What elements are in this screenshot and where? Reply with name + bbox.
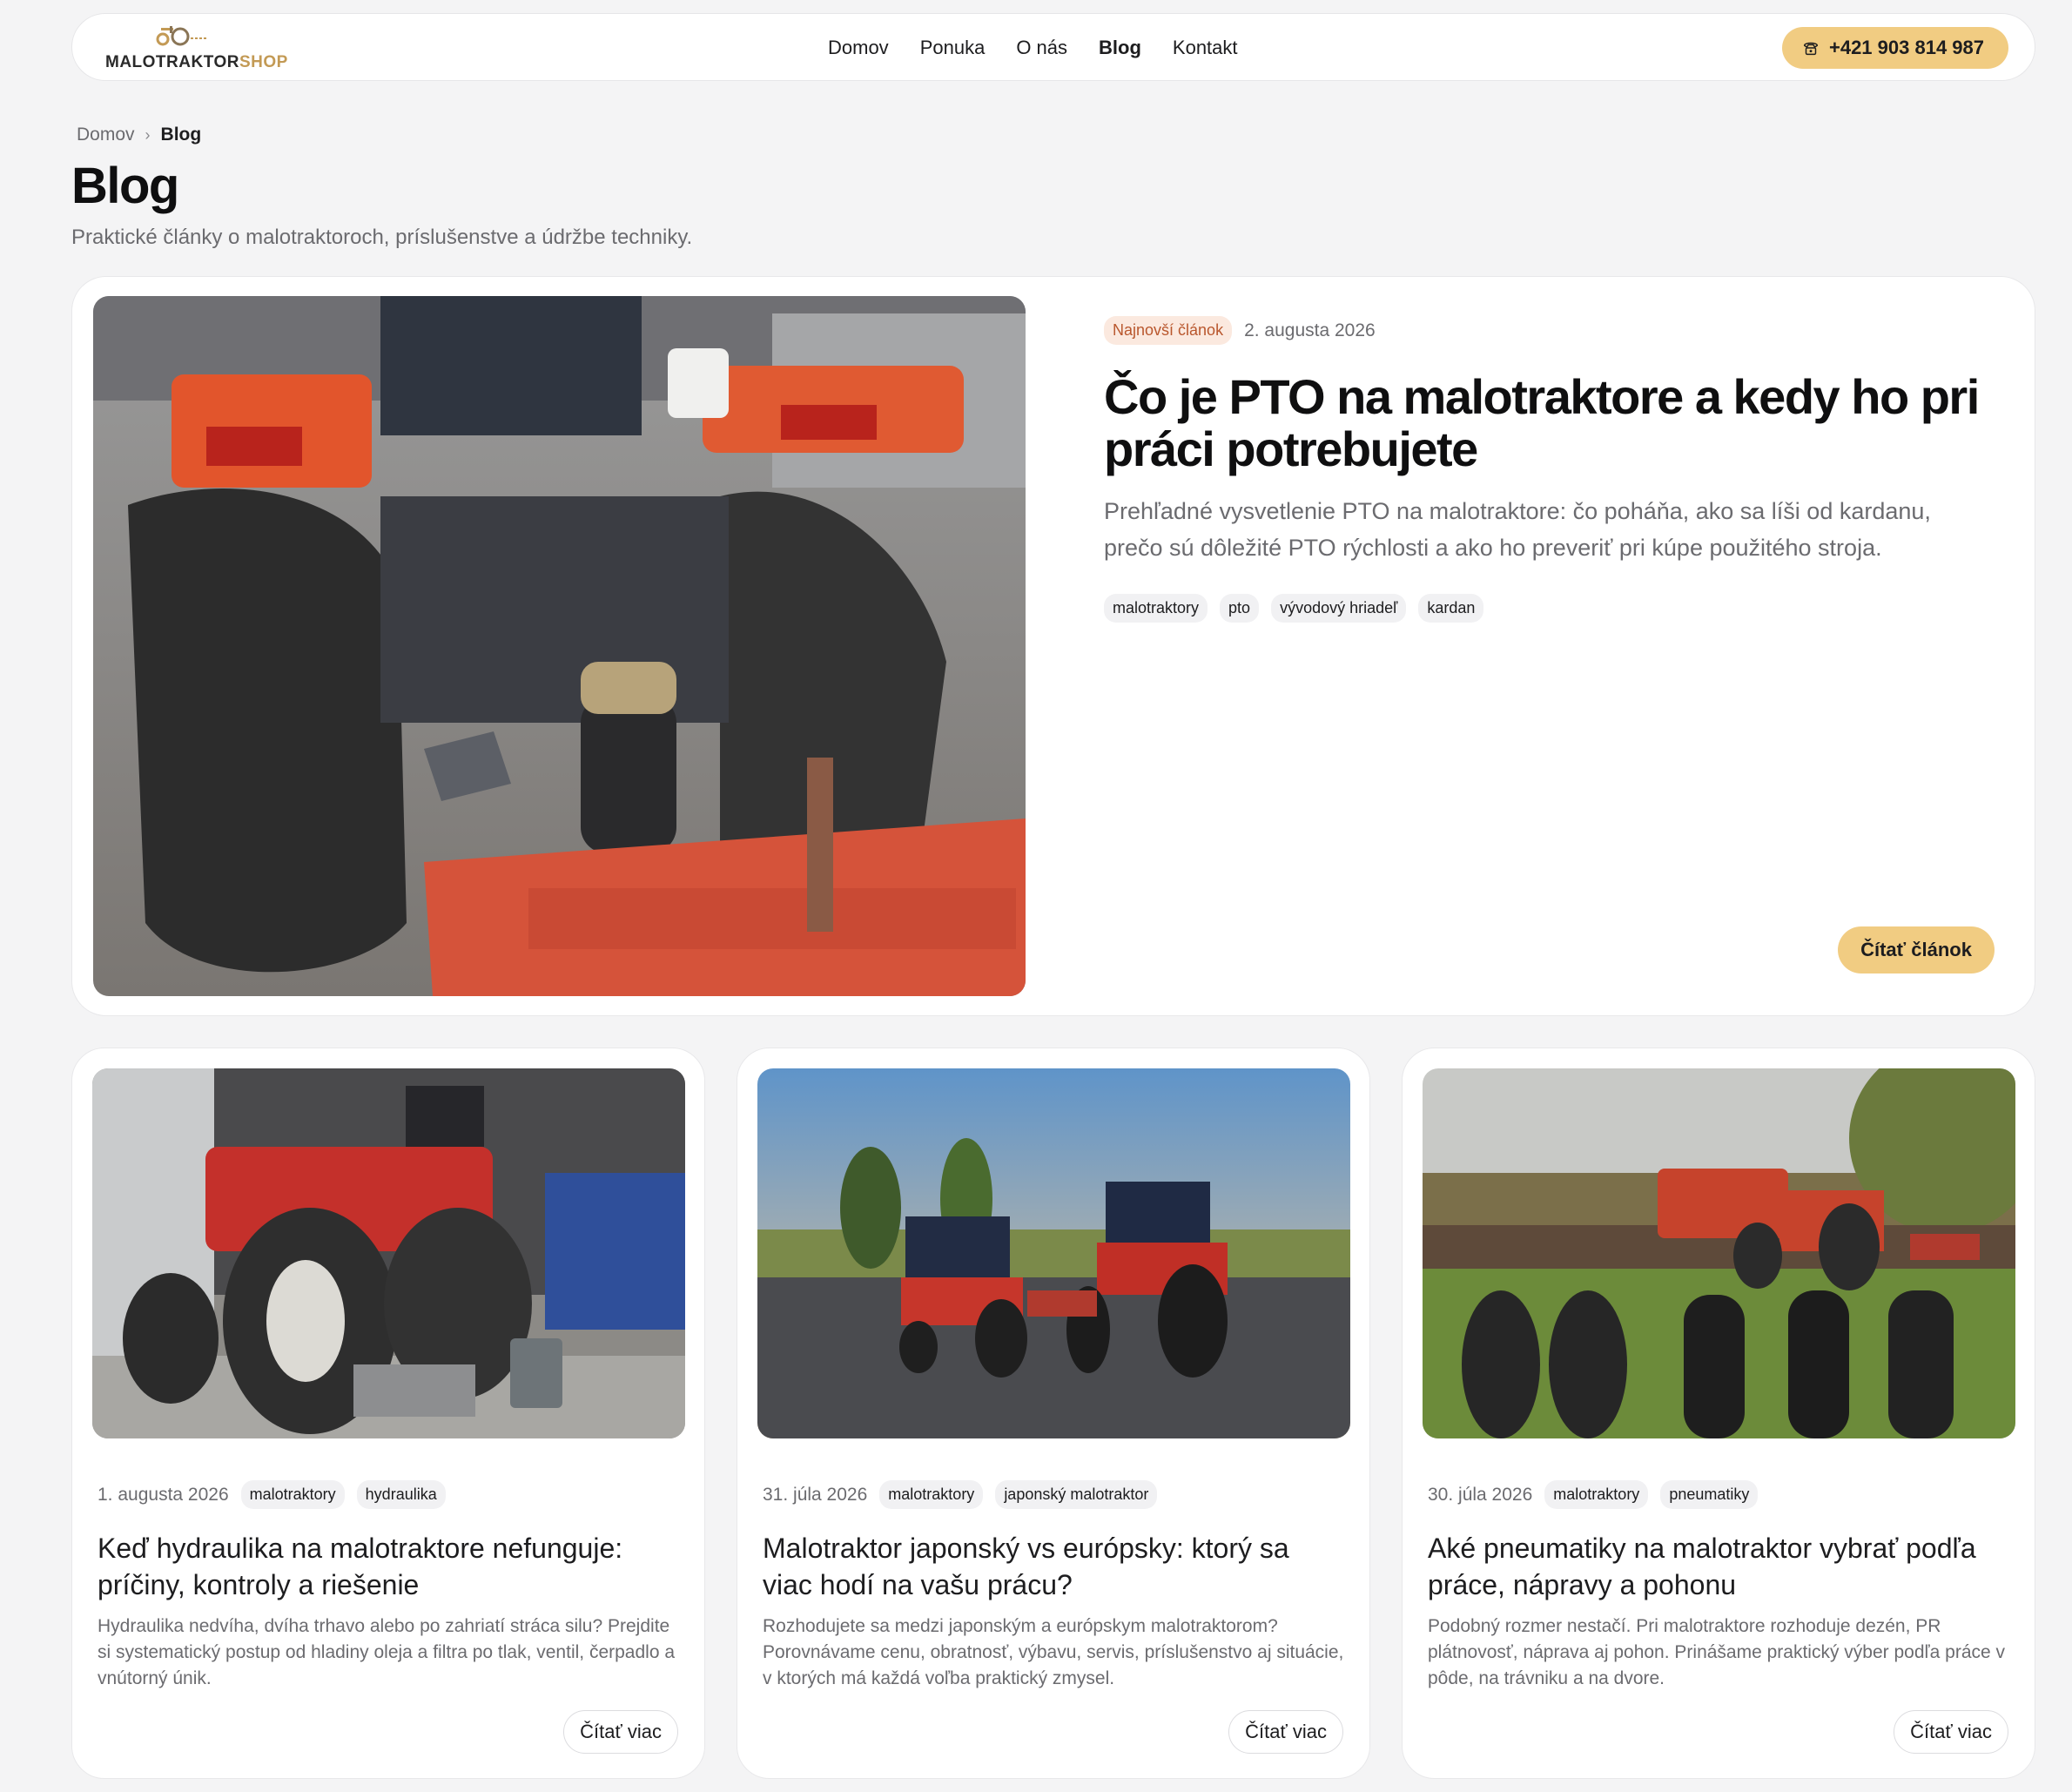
read-more-button[interactable]: Čítať viac [1228, 1710, 1343, 1754]
read-article-button[interactable]: Čítať článok [1838, 926, 1995, 973]
featured-post-image[interactable] [93, 296, 1026, 996]
post-card-excerpt: Podobný rozmer nestačí. Pri malotraktore… [1428, 1616, 2006, 1688]
tractor-logo-icon [156, 26, 208, 46]
tag[interactable]: vývodový hriadeľ [1271, 594, 1407, 623]
post-card-title[interactable]: Aké pneumatiky na malotraktor vybrať pod… [1428, 1530, 2011, 1603]
featured-post-tags: malotraktory pto vývodový hriadeľ kardan [1104, 594, 1992, 623]
post-date: 30. júla 2026 [1428, 1484, 1533, 1505]
tag[interactable]: malotraktory [879, 1480, 984, 1509]
featured-post-title[interactable]: Čo je PTO na malotraktore a kedy ho pri … [1104, 371, 1992, 475]
read-more-button[interactable]: Čítať viac [563, 1710, 678, 1754]
nav-item-blog[interactable]: Blog [1099, 37, 1141, 59]
tag[interactable]: hydraulika [356, 1480, 446, 1509]
chevron-right-icon: › [145, 125, 151, 144]
tractor-tyres-photo [1423, 1068, 2015, 1438]
featured-post-excerpt: Prehľadné vysvetlenie PTO na malotraktor… [1104, 498, 1931, 561]
post-date: 31. júla 2026 [763, 1484, 868, 1505]
read-more-button[interactable]: Čítať viac [1894, 1710, 2008, 1754]
phone-button[interactable]: +421 903 814 987 [1781, 27, 2008, 69]
post-card-content: 30. júla 2026 malotraktory pneumatiky Ak… [1428, 1480, 2011, 1692]
main-nav: Domov Ponuka O nás Blog Kontakt [828, 14, 1238, 82]
featured-post-meta: Najnovší článok 2. augusta 2026 [1104, 316, 1992, 345]
tag[interactable]: malotraktory [1544, 1480, 1649, 1509]
post-card-content: 31. júla 2026 malotraktory japonský malo… [763, 1480, 1346, 1692]
post-card-image[interactable] [757, 1068, 1350, 1438]
post-date: 2. augusta 2026 [1244, 320, 1376, 340]
page-title: Blog [71, 158, 179, 214]
latest-badge: Najnovší článok [1104, 316, 1233, 345]
brand-logo[interactable]: MALOTRAKTORSHOP [105, 24, 287, 73]
post-card-meta: 1. augusta 2026 malotraktory hydraulika [98, 1480, 681, 1509]
tag[interactable]: pneumatiky [1660, 1480, 1759, 1509]
brand-name: MALOTRAKTORSHOP [105, 53, 288, 72]
post-card-image[interactable] [92, 1068, 685, 1438]
post-card-content: 1. augusta 2026 malotraktory hydraulika … [98, 1480, 681, 1692]
featured-post: Najnovší článok 2. augusta 2026 Čo je PT… [71, 276, 2035, 1016]
tag[interactable]: kardan [1418, 594, 1484, 623]
tag[interactable]: malotraktory [240, 1480, 345, 1509]
site-header: MALOTRAKTORSHOP Domov Ponuka O nás Blog … [71, 13, 2035, 81]
post-card-meta: 30. júla 2026 malotraktory pneumatiky [1428, 1480, 2011, 1509]
featured-post-content: Najnovší článok 2. augusta 2026 Čo je PT… [1104, 316, 1992, 623]
post-card-meta: 31. júla 2026 malotraktory japonský malo… [763, 1480, 1346, 1509]
post-card-excerpt: Rozhodujete sa medzi japonským a európsk… [763, 1616, 1344, 1688]
nav-item-domov[interactable]: Domov [828, 37, 889, 59]
two-tractors-photo [757, 1068, 1350, 1438]
tractor-workshop-photo [92, 1068, 685, 1438]
post-card-image[interactable] [1423, 1068, 2015, 1438]
post-card-title[interactable]: Keď hydraulika na malotraktore nefunguje… [98, 1530, 681, 1603]
tag[interactable]: malotraktory [1104, 594, 1208, 623]
nav-item-o-nas[interactable]: O nás [1016, 37, 1067, 59]
brand-name-primary: MALOTRAKTOR [105, 53, 239, 71]
post-card-title[interactable]: Malotraktor japonský vs európsky: ktorý … [763, 1530, 1346, 1603]
post-card: 30. júla 2026 malotraktory pneumatiky Ak… [1402, 1048, 2035, 1779]
tractor-pto-photo [93, 296, 1026, 996]
tag[interactable]: pto [1220, 594, 1260, 623]
page-subtitle: Praktické články o malotraktoroch, prísl… [71, 226, 693, 249]
brand-name-accent: SHOP [239, 53, 288, 71]
breadcrumb: Domov › Blog [77, 125, 201, 145]
post-card: 31. júla 2026 malotraktory japonský malo… [737, 1048, 1370, 1779]
breadcrumb-current: Blog [160, 125, 202, 145]
post-date: 1. augusta 2026 [98, 1484, 229, 1505]
breadcrumb-home[interactable]: Domov [77, 125, 135, 145]
nav-item-kontakt[interactable]: Kontakt [1173, 37, 1238, 59]
post-card-excerpt: Hydraulika nedvíha, dvíha trhavo alebo p… [98, 1616, 676, 1688]
phone-icon [1803, 42, 1819, 56]
nav-item-ponuka[interactable]: Ponuka [920, 37, 986, 59]
phone-number: +421 903 814 987 [1828, 37, 1984, 58]
tag[interactable]: japonský malotraktor [995, 1480, 1158, 1509]
post-card: 1. augusta 2026 malotraktory hydraulika … [71, 1048, 705, 1779]
